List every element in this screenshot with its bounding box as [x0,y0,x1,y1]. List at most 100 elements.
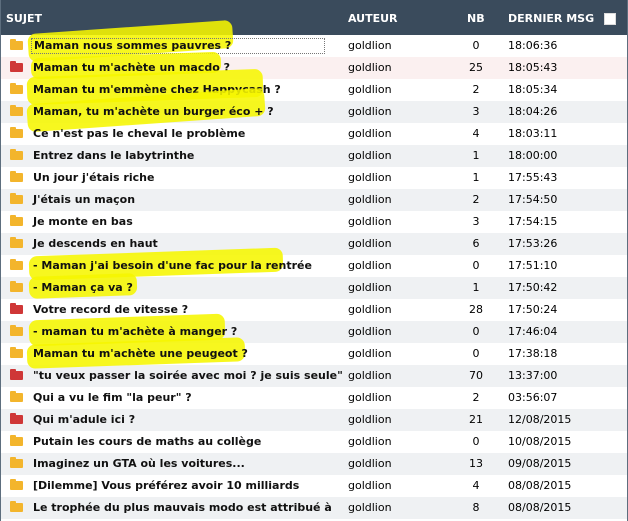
topic-author[interactable]: goldlion [348,171,392,184]
table-row: Qui a vu le fim "la peur" ? goldlion 2 03:5… [1,387,627,409]
topic-last-message-time[interactable]: 18:04:26 [508,105,557,118]
topic-author[interactable]: goldlion [348,237,392,250]
topic-author[interactable]: goldlion [348,457,392,470]
folder-icon [10,259,23,270]
topic-last-message-time[interactable]: 18:05:34 [508,83,557,96]
topic-title-link[interactable]: Putain les cours de maths au collège [33,435,261,448]
folder-icon [10,83,23,94]
topic-last-message-time[interactable]: 17:50:24 [508,303,557,316]
topic-author[interactable]: goldlion [348,215,392,228]
topic-last-message-time[interactable]: 10/08/2015 [508,435,571,448]
topic-reply-count: 0 [472,347,480,360]
topic-last-message-time[interactable]: 03:56:07 [508,391,557,404]
column-nb[interactable]: NB [467,12,485,25]
topic-last-message-time[interactable]: 18:03:11 [508,127,557,140]
topic-author[interactable]: goldlion [348,281,392,294]
topic-author[interactable]: goldlion [348,347,392,360]
topic-reply-count: 1 [472,171,480,184]
topic-author[interactable]: goldlion [348,303,392,316]
topic-last-message-time[interactable]: 08/08/2015 [508,479,571,492]
topic-title-link[interactable]: Entrez dans le labytrinthe [33,149,194,162]
topic-last-message-time[interactable]: 17:38:18 [508,347,557,360]
topic-last-message-time[interactable]: 17:54:15 [508,215,557,228]
table-row: Un jour j'étais riche goldlion 1 17:55:43 [1,167,627,189]
topic-last-message-time[interactable]: 13:37:00 [508,369,557,382]
folder-icon [10,281,23,292]
topic-last-message-time[interactable]: 08/08/2015 [508,501,571,514]
folder-icon [10,479,23,490]
topic-last-message-time[interactable]: 17:50:42 [508,281,557,294]
topic-reply-count: 21 [469,413,483,426]
table-row: Je monte en bas goldlion 3 17:54:15 [1,211,627,233]
topic-reply-count: 0 [472,435,480,448]
table-row: "tu veux passer la soirée avec moi ? je … [1,365,627,387]
topic-last-message-time[interactable]: 18:06:36 [508,39,557,52]
topic-author[interactable]: goldlion [348,259,392,272]
table-row: Qui m'adule ici ? goldlion 21 12/08/2015 [1,409,627,431]
hot-folder-icon [10,61,23,72]
topic-title-link[interactable]: J'étais un maçon [33,193,135,206]
table-row: Maman nous sommes pauvres ? goldlion 0 18:0… [1,19,627,63]
topic-reply-count: 3 [472,215,480,228]
folder-icon [10,193,23,204]
topic-author[interactable]: goldlion [348,391,392,404]
column-last-message[interactable]: DERNIER MSG [508,12,594,25]
column-subject[interactable]: SUJET [6,12,42,25]
table-row: Maman tu m'emmène chez Happycash ? goldli… [1,68,627,106]
topic-title-link[interactable]: - maman tu m'achète à manger ? [33,325,237,338]
topic-author[interactable]: goldlion [348,105,392,118]
topic-last-message-time[interactable]: 12/08/2015 [508,413,571,426]
column-author[interactable]: AUTEUR [348,12,398,25]
topic-title-link[interactable]: Maman, tu m'achète un burger éco + ? [33,105,274,118]
topic-title-link[interactable]: Qui a vu le fim "la peur" ? [33,391,192,404]
topic-author[interactable]: goldlion [348,435,392,448]
topic-author[interactable]: goldlion [348,501,392,514]
topic-author[interactable]: goldlion [348,61,392,74]
topic-author[interactable]: goldlion [348,39,392,52]
topic-title-link[interactable]: [Dilemme] Vous préférez avoir 10 milliar… [33,479,299,492]
topic-title-link[interactable]: Qui m'adule ici ? [33,413,135,426]
topic-last-message-time[interactable]: 17:53:26 [508,237,557,250]
topic-title-link[interactable]: Je monte en bas [33,215,133,228]
topic-title-link[interactable]: "tu veux passer la soirée avec moi ? je … [33,369,343,382]
folder-icon [10,39,23,50]
topic-author[interactable]: goldlion [348,479,392,492]
topic-title-link[interactable]: Le trophée du plus mauvais modo est attr… [33,501,332,514]
topic-reply-count: 2 [472,83,480,96]
topic-last-message-time[interactable]: 17:46:04 [508,325,557,338]
topic-title-link[interactable]: Je descends en haut [33,237,158,250]
topic-title-link[interactable]: Ce n'est pas le cheval le problème [33,127,245,140]
topic-title-link[interactable]: Votre record de vitesse ? [33,303,188,316]
topic-title-link[interactable]: Maman nous sommes pauvres ? [31,38,325,54]
topic-reply-count: 25 [469,61,483,74]
hot-folder-icon [10,369,23,380]
table-row: Maman tu m'achète une peugeot ? goldlion 0… [1,337,627,369]
topic-title-link[interactable]: Maman tu m'achète une peugeot ? [33,347,248,360]
topic-author[interactable]: goldlion [348,193,392,206]
folder-icon [10,501,23,512]
table-row: Entrez dans le labytrinthe goldlion 1 18:00… [1,145,627,167]
topic-title-link[interactable]: Un jour j'étais riche [33,171,154,184]
topic-author[interactable]: goldlion [348,127,392,140]
select-all-checkbox[interactable] [604,13,616,25]
topic-last-message-time[interactable]: 17:54:50 [508,193,557,206]
topic-last-message-time[interactable]: 17:51:10 [508,259,557,272]
topic-last-message-time[interactable]: 18:05:43 [508,61,557,74]
topic-reply-count: 4 [472,479,480,492]
topic-last-message-time[interactable]: 09/08/2015 [508,457,571,470]
topic-author[interactable]: goldlion [348,413,392,426]
topic-title-link[interactable]: - Maman j'ai besoin d'une fac pour la re… [33,259,312,272]
topic-last-message-time[interactable]: 18:00:00 [508,149,557,162]
topic-last-message-time[interactable]: 17:55:43 [508,171,557,184]
topic-author[interactable]: goldlion [348,149,392,162]
topic-reply-count: 2 [472,391,480,404]
table-row: Imaginez un GTA où les voitures... goldli… [1,453,627,475]
topic-author[interactable]: goldlion [348,325,392,338]
topic-author[interactable]: goldlion [348,369,392,382]
topic-title-link[interactable]: - Maman ça va ? [33,281,133,294]
topic-reply-count: 0 [472,259,480,272]
topic-author[interactable]: goldlion [348,83,392,96]
topic-title-link[interactable]: Imaginez un GTA où les voitures... [33,457,245,470]
hot-folder-icon [10,303,23,314]
topic-reply-count: 1 [472,281,480,294]
